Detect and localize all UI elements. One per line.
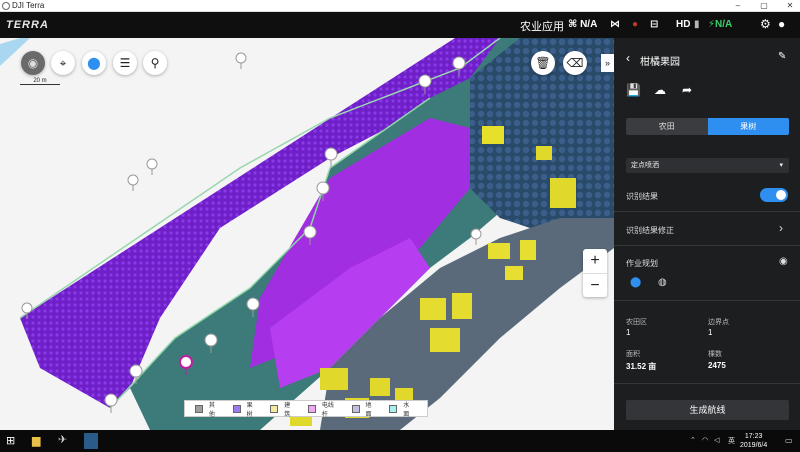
legend-label: 果树 <box>246 402 253 418</box>
stat-label-area: 面积 <box>626 351 640 358</box>
dropdown-arrow-icon: ▾ <box>779 162 783 169</box>
notification-icon[interactable]: ▭ <box>785 436 793 445</box>
orthophoto-map[interactable] <box>0 38 614 430</box>
share-forward-icon[interactable]: ➦ <box>682 83 692 97</box>
minimize-button[interactable]: – <box>730 1 746 10</box>
dji-terra-taskbar-icon[interactable] <box>84 433 98 449</box>
legend-label: 电线杆 <box>321 402 334 418</box>
stat-value-boundary-points: 1 <box>708 328 713 337</box>
boundary-pin-icon[interactable]: ◍ <box>658 277 667 288</box>
collapse-panel-button[interactable]: » <box>601 54 614 72</box>
search-icon[interactable]: ⚲ <box>143 51 167 75</box>
scale-bar: 20 m <box>20 78 60 85</box>
wifi-icon[interactable]: ◠ <box>702 436 708 444</box>
legend-label: 其他 <box>208 402 215 418</box>
legend-item: 电线杆 <box>308 400 340 418</box>
legend-item: 建筑 <box>270 400 296 418</box>
stat-value-area: 31.52 亩 <box>626 362 657 371</box>
legend-label: 建筑 <box>284 402 291 418</box>
brand-logo: TERRA <box>6 19 49 31</box>
user-account-icon[interactable]: ● <box>778 17 785 31</box>
legend-swatch <box>195 404 203 413</box>
waypoint-pin-icon[interactable]: ⬤ <box>630 277 641 288</box>
save-icon[interactable]: 💾 <box>626 83 641 97</box>
legend-label: 地面 <box>365 402 372 418</box>
record-icon: ● <box>632 19 639 30</box>
tab-fruit-tree[interactable]: 果树 <box>707 118 789 135</box>
zoom-out-button[interactable]: − <box>583 273 607 297</box>
field-title: 柑橘果园 <box>640 57 680 68</box>
recognition-result-label: 识别结果 <box>626 192 658 201</box>
stat-label-boundary-points: 边界点 <box>708 319 729 326</box>
map-view[interactable]: ◉ 20 m ⌖ ⬤ ☰ ⚲ 🗑 ⌫ » + − 其他 果树 建筑 电线杆 地面 水面 <box>0 38 614 430</box>
zoom-in-button[interactable]: + <box>583 249 607 273</box>
stat-value-tree-count: 2475 <box>708 361 726 370</box>
legend-item: 地面 <box>351 400 378 418</box>
window-title: DJI Terra <box>12 1 45 10</box>
legend-item: 果树 <box>232 400 259 418</box>
legend-swatch <box>351 404 360 413</box>
maximize-button[interactable]: ▢ <box>756 1 772 10</box>
legend-swatch <box>308 404 316 413</box>
delete-trash-icon[interactable]: 🗑 <box>531 51 555 75</box>
recognition-fix-row[interactable]: 识别结果修正 <box>626 225 674 236</box>
legend-swatch <box>389 404 398 413</box>
work-plan-label: 作业规划 <box>626 259 658 268</box>
legend-swatch <box>232 404 241 413</box>
legend-label: 水面 <box>403 402 410 418</box>
system-clock[interactable]: 17:23 2019/6/4 <box>740 432 767 450</box>
mode-label[interactable]: 农业应用 <box>520 18 564 34</box>
type-segment-control: 农田 果树 <box>626 118 789 135</box>
legend-swatch <box>270 404 279 413</box>
recognition-result-toggle[interactable] <box>760 188 788 202</box>
remote-controller-icon: ⊟ <box>650 19 659 30</box>
input-language[interactable]: 英 <box>728 436 735 446</box>
stat-label-farm-zone: 农田区 <box>626 319 647 326</box>
eraser-icon[interactable]: ⌫ <box>563 51 587 75</box>
file-explorer-icon[interactable]: ▆ <box>32 434 40 447</box>
zoom-control: + − <box>583 249 607 297</box>
locate-crosshair-icon[interactable]: ⌖ <box>51 51 75 75</box>
app-logo-icon <box>2 2 10 10</box>
map-layer-thumbnail-button[interactable]: ◉ <box>21 51 45 75</box>
legend-item: 水面 <box>389 400 415 418</box>
list-menu-icon[interactable]: ☰ <box>113 51 137 75</box>
rtk-status: ⌘ N/A <box>568 19 598 30</box>
generate-route-button[interactable]: 生成航线 <box>626 400 789 420</box>
app-top-bar: TERRA 农业应用 ⌘ N/A ⋈ ● ⊟ HD ▮ ⚡N/A ⚙ ● <box>0 12 800 38</box>
tab-farmland[interactable]: 农田 <box>626 118 708 135</box>
chevron-right-icon[interactable]: › <box>779 221 783 235</box>
battery-status: ⚡N/A <box>708 19 733 30</box>
os-taskbar: ⊞ ▆ ✈ ⌃ ◠ ◁ 英 17:23 2019/6/4 ▭ <box>0 430 800 452</box>
satellite-icon: ⋈ <box>610 19 620 30</box>
right-side-panel: ‹ 柑橘果园 ✎ 💾 ☁ ➦ 农田 果树 定点喷洒 ▾ 识别结果 识别结果修正 ›… <box>614 38 800 430</box>
close-window-button[interactable]: ✕ <box>782 1 798 10</box>
window-title-bar: DJI Terra – ▢ ✕ <box>0 0 800 12</box>
volume-icon[interactable]: ◁ <box>714 436 719 444</box>
legend-item: 其他 <box>195 400 221 418</box>
clock-date: 2019/6/4 <box>740 442 768 449</box>
hd-signal-status: HD <box>676 19 691 30</box>
edit-pencil-icon[interactable]: ✎ <box>778 51 786 62</box>
drone-app-icon[interactable]: ✈ <box>58 433 67 446</box>
clock-time: 17:23 <box>744 433 763 440</box>
map-legend: 其他 果树 建筑 电线杆 地面 水面 <box>184 400 428 418</box>
windows-start-icon[interactable]: ⊞ <box>6 434 15 447</box>
stat-label-tree-count: 棵数 <box>708 351 722 358</box>
stat-value-farm-zone: 1 <box>626 328 631 337</box>
upload-cloud-icon[interactable]: ☁ <box>654 83 666 97</box>
tray-chevron-icon[interactable]: ⌃ <box>690 436 696 444</box>
spray-mode-select[interactable]: 定点喷洒 ▾ <box>626 158 789 173</box>
settings-gear-icon[interactable]: ⚙ <box>760 17 771 31</box>
location-pin-icon[interactable]: ⬤ <box>82 51 106 75</box>
signal-icon: ▮ <box>694 19 700 30</box>
back-button[interactable]: ‹ <box>626 51 630 65</box>
eye-visibility-icon[interactable]: ◉ <box>779 256 788 267</box>
